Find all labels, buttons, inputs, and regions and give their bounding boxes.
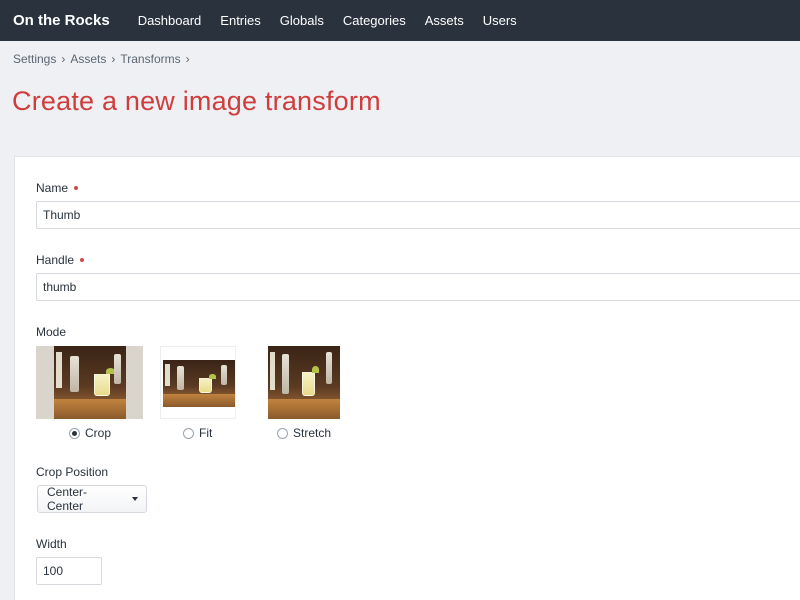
name-label-text: Name	[36, 181, 69, 195]
crop-position-value: Center-Center	[47, 485, 88, 513]
stretch-radio-label: Stretch	[293, 426, 332, 440]
chevron-down-icon	[132, 497, 138, 501]
mode-option-stretch[interactable]	[268, 346, 342, 419]
nav-item-globals[interactable]: Globals	[280, 13, 324, 28]
handle-field-label: Handle	[36, 253, 85, 267]
mode-option-fit[interactable]	[160, 346, 236, 419]
fit-radio-label: Fit	[199, 426, 213, 440]
radio-checked-icon[interactable]	[69, 427, 80, 439]
breadcrumb-settings[interactable]: Settings	[13, 52, 56, 66]
required-dot-icon	[74, 186, 79, 190]
nav-item-dashboard[interactable]: Dashboard	[138, 13, 202, 28]
nav-item-categories[interactable]: Categories	[343, 13, 406, 28]
width-label-text: Width	[36, 537, 67, 551]
breadcrumb-separator-icon: ›	[61, 52, 66, 66]
breadcrumb-separator-icon: ›	[185, 52, 190, 66]
breadcrumb-separator-icon: ›	[111, 52, 116, 66]
nav-item-assets[interactable]: Assets	[425, 13, 464, 28]
breadcrumb-assets[interactable]: Assets	[70, 52, 106, 66]
form-pane: Name Handle Mode Crop	[14, 156, 800, 600]
stretch-preview-image	[268, 346, 340, 419]
crop-preview-image	[36, 346, 143, 419]
handle-input[interactable]	[36, 273, 800, 301]
radio-unchecked-icon[interactable]	[183, 427, 194, 439]
main-nav: Dashboard Entries Globals Categories Ass…	[138, 13, 536, 28]
name-input[interactable]	[36, 201, 800, 229]
crop-position-select[interactable]: Center-Center	[37, 485, 147, 513]
stretch-radio-option[interactable]: Stretch	[277, 426, 331, 440]
width-input[interactable]	[36, 557, 102, 585]
page-title: Create a new image transform	[12, 86, 381, 116]
nav-item-users[interactable]: Users	[483, 13, 517, 28]
crop-radio-label: Crop	[85, 426, 112, 440]
top-navigation-bar: On the Rocks Dashboard Entries Globals C…	[0, 0, 800, 41]
nav-item-entries[interactable]: Entries	[220, 13, 260, 28]
handle-label-text: Handle	[36, 253, 75, 267]
breadcrumb-transforms[interactable]: Transforms	[120, 52, 180, 66]
fit-radio-option[interactable]: Fit	[183, 426, 212, 440]
breadcrumb: Settings › Assets › Transforms ›	[13, 52, 195, 66]
crop-position-label-text: Crop Position	[36, 465, 109, 479]
fit-preview-image	[160, 346, 236, 419]
crop-radio-option[interactable]: Crop	[69, 426, 111, 440]
name-field-label: Name	[36, 181, 79, 195]
radio-unchecked-icon[interactable]	[277, 427, 288, 439]
required-dot-icon	[80, 258, 85, 262]
site-name-link[interactable]: On the Rocks	[13, 12, 110, 29]
width-field-label: Width	[36, 537, 67, 551]
crop-position-field-label: Crop Position	[36, 465, 108, 479]
mode-field-label: Mode	[36, 325, 66, 339]
mode-label-text: Mode	[36, 325, 67, 339]
